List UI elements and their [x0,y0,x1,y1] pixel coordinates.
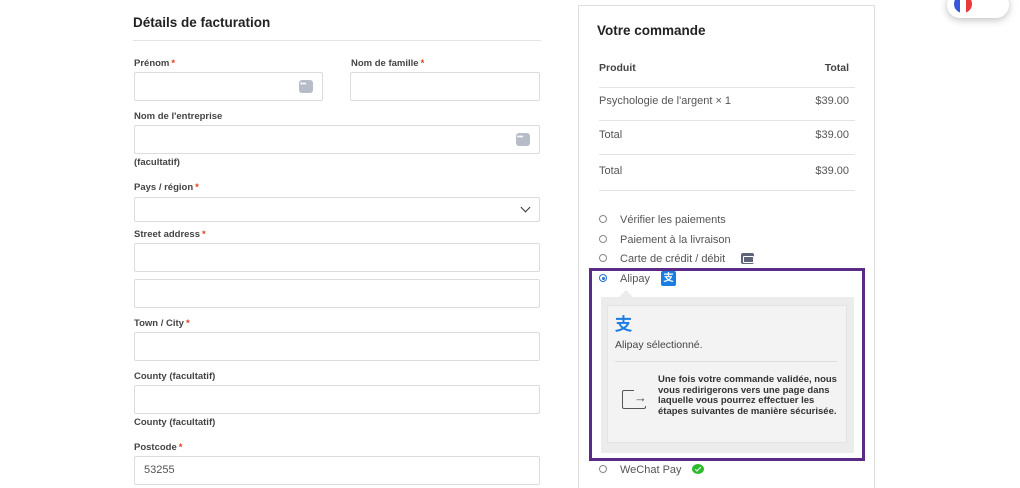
table-divider [599,120,855,121]
highlight-box [589,268,865,461]
county-input[interactable] [134,385,540,414]
required-mark: * [171,58,176,69]
county-note: County (facultatif) [134,417,216,428]
order-title: Votre commande [597,23,706,38]
autofill-icon[interactable] [516,124,530,151]
payment-radio[interactable] [599,465,607,473]
product-column-header: Produit [599,62,636,74]
table-divider [599,87,855,88]
required-mark: * [195,182,199,193]
company-label: Nom de l'entreprise [134,111,223,122]
required-mark: * [420,58,425,69]
last-name-label: Nom de famille * [351,58,425,69]
required-mark: * [202,229,206,240]
table-divider [599,154,855,155]
company-input[interactable] [134,124,540,154]
county-label: County (facultatif) [134,371,216,382]
total-column-header: Total [824,62,849,74]
last-name-input[interactable] [350,72,540,101]
chevron-down-icon [520,202,531,213]
payment-radio[interactable] [599,235,607,243]
subtotal-value: $39.00 [815,129,849,141]
payment-radio[interactable] [599,215,607,223]
total-label: Total [599,165,623,177]
table-divider [599,190,855,191]
country-select[interactable] [134,197,540,222]
postcode-label: Postcode * [134,442,183,453]
first-name-input[interactable] [134,71,323,101]
company-optional-note: (facultatif) [134,157,180,168]
wechat-icon [692,464,704,474]
city-input[interactable] [134,332,540,361]
street-address-input[interactable] [134,243,540,272]
item-name: Psychologie de l'argent × 1 [599,95,732,107]
billing-title-divider [133,40,541,41]
item-price: $39.00 [815,95,849,107]
language-switcher[interactable] [947,0,1009,18]
autofill-icon[interactable] [299,71,313,98]
total-value: $39.00 [815,165,849,177]
first-name-label: Prénom * [134,58,176,69]
billing-title: Détails de facturation [133,15,271,30]
required-mark: * [185,318,190,329]
payment-radio[interactable] [599,254,607,262]
street-address-label: Street address * [134,229,206,240]
required-mark: * [178,442,183,453]
postcode-input[interactable]: 53255 [134,456,540,485]
subtotal-label: Total [599,129,623,141]
country-label: Pays / région * [134,182,199,193]
city-label: Town / City * [134,318,190,329]
street-address-line2-input[interactable] [134,279,540,308]
credit-card-icon [741,253,754,264]
french-flag-icon [954,0,972,13]
